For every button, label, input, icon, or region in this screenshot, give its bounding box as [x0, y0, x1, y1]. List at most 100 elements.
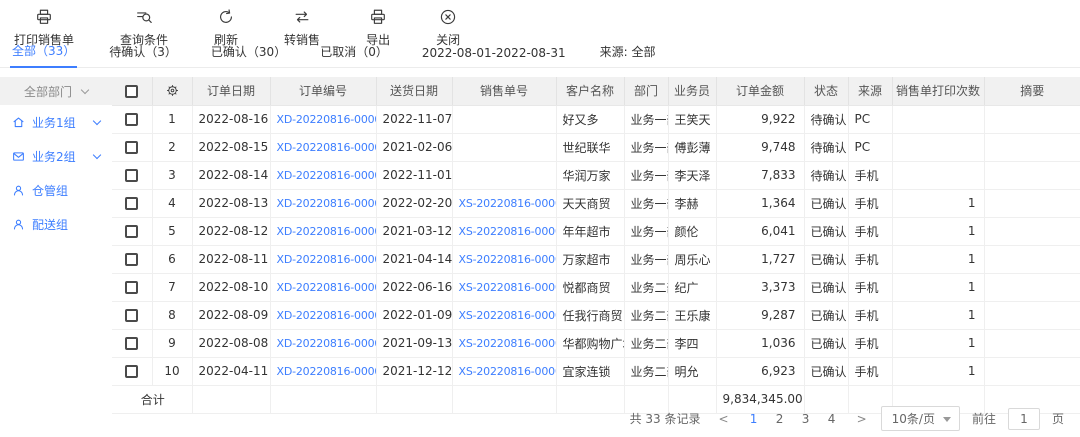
cell-print-count: 1 — [892, 329, 984, 357]
cell-department: 业务一部 — [624, 189, 668, 217]
cell-order-no-link[interactable]: XD-20220816-000014 — [270, 217, 376, 245]
sidebar-item-delivery[interactable]: 配送组 — [0, 207, 112, 241]
cell-amount: 3,373 — [716, 273, 804, 301]
select-all-checkbox[interactable] — [125, 85, 138, 98]
cell-customer: 华润万家 — [556, 161, 624, 189]
cell-amount: 1,036 — [716, 329, 804, 357]
tab-pending-confirm[interactable]: 待确认（3） — [107, 43, 179, 67]
col-department: 部门 — [624, 77, 668, 105]
table-row: 6 2022-08-11 XD-20220816-000013 2021-04-… — [112, 245, 1080, 273]
department-select[interactable]: 全部部门 — [0, 77, 112, 105]
tab-cancelled[interactable]: 已取消（0） — [318, 43, 390, 67]
cell-salesperson: 李四 — [668, 329, 716, 357]
refresh-button[interactable]: 刷新 — [214, 8, 238, 48]
cell-salesperson: 周乐心 — [668, 245, 716, 273]
source-filter[interactable]: 来源: 全部 — [598, 43, 658, 67]
page-size-select[interactable]: 10条/页 — [881, 406, 960, 431]
cell-department: 业务二部 — [624, 273, 668, 301]
home-icon — [12, 116, 25, 129]
query-conditions-button[interactable]: 查询条件 — [120, 8, 168, 48]
cell-sales-no-link[interactable]: XS-20220816-000010 — [452, 329, 556, 357]
row-checkbox[interactable] — [125, 169, 138, 182]
cell-amount: 6,923 — [716, 357, 804, 385]
cell-salesperson: 李天泽 — [668, 161, 716, 189]
row-checkbox[interactable] — [125, 113, 138, 126]
row-checkbox[interactable] — [125, 253, 138, 266]
cell-summary — [984, 329, 1080, 357]
next-page-button[interactable]: > — [855, 412, 869, 426]
goto-page-input[interactable]: 1 — [1008, 408, 1040, 430]
chevron-down-icon — [81, 85, 89, 93]
chevron-down-icon — [93, 150, 101, 158]
cell-order-no-link[interactable]: XD-20220816-000018 — [270, 105, 376, 133]
cell-sales-no-link[interactable] — [452, 133, 556, 161]
page-1-button[interactable]: 1 — [743, 412, 765, 426]
tab-all[interactable]: 全部（33） — [10, 42, 77, 68]
transfer-to-sales-button[interactable]: 转销售 — [284, 8, 320, 48]
cell-sales-no-link[interactable]: XS-20220816-000015 — [452, 189, 556, 217]
row-checkbox-cell — [112, 217, 152, 245]
row-index: 10 — [152, 357, 192, 385]
tab-confirmed[interactable]: 已确认（30） — [209, 43, 288, 67]
cell-order-no-link[interactable]: XD-20220816-000016 — [270, 161, 376, 189]
cell-order-no-link[interactable]: XD-20220816-000009 — [270, 357, 376, 385]
sidebar-item-group1[interactable]: 业务1组 — [0, 105, 112, 139]
cell-delivery-date: 2022-02-20 — [376, 189, 452, 217]
prev-page-button[interactable]: < — [717, 412, 731, 426]
cell-sales-no-link[interactable]: XS-20220816-000011 — [452, 301, 556, 329]
row-checkbox[interactable] — [125, 337, 138, 350]
settings-gear-icon[interactable] — [165, 83, 180, 97]
cell-amount: 9,748 — [716, 133, 804, 161]
page-3-button[interactable]: 3 — [795, 412, 817, 426]
row-checkbox[interactable] — [125, 141, 138, 154]
cell-sales-no-link[interactable]: XS-20220816-000014 — [452, 217, 556, 245]
row-index: 3 — [152, 161, 192, 189]
cell-salesperson: 李赫 — [668, 189, 716, 217]
user-icon — [12, 184, 25, 197]
cell-print-count: 1 — [892, 217, 984, 245]
cell-sales-no-link[interactable]: XS-20220816-000009 — [452, 357, 556, 385]
cell-order-date: 2022-08-16 — [192, 105, 270, 133]
date-range-filter[interactable]: 2022-08-01-2022-08-31 — [420, 46, 568, 67]
cell-summary — [984, 161, 1080, 189]
row-checkbox[interactable] — [125, 281, 138, 294]
order-table: 订单日期 订单编号 送货日期 销售单号 客户名称 部门 业务员 订单金额 状态 … — [112, 77, 1080, 414]
cell-print-count: 1 — [892, 357, 984, 385]
row-checkbox[interactable] — [125, 365, 138, 378]
sidebar-item-warehouse[interactable]: 仓管组 — [0, 173, 112, 207]
cell-summary — [984, 301, 1080, 329]
export-button[interactable]: 导出 — [366, 8, 390, 48]
close-button[interactable]: 关闭 — [436, 8, 460, 48]
row-checkbox-cell — [112, 161, 152, 189]
cell-sales-no-link[interactable] — [452, 105, 556, 133]
cell-customer: 悦都商贸 — [556, 273, 624, 301]
department-select-value: 全部部门 — [24, 83, 72, 100]
cell-sales-no-link[interactable]: XS-20220816-000012 — [452, 273, 556, 301]
cell-sales-no-link[interactable] — [452, 161, 556, 189]
col-summary: 摘要 — [984, 77, 1080, 105]
col-order-date: 订单日期 — [192, 77, 270, 105]
page-2-button[interactable]: 2 — [769, 412, 791, 426]
sidebar-item-group2[interactable]: 业务2组 — [0, 139, 112, 173]
page-numbers: 1 2 3 4 — [743, 412, 843, 426]
cell-order-date: 2022-08-12 — [192, 217, 270, 245]
cell-order-no-link[interactable]: XD-20220816-000015 — [270, 189, 376, 217]
row-checkbox[interactable] — [125, 225, 138, 238]
cell-order-no-link[interactable]: XD-20220816-000010 — [270, 329, 376, 357]
cell-order-no-link[interactable]: XD-20220816-000017 — [270, 133, 376, 161]
row-checkbox-cell — [112, 357, 152, 385]
cell-summary — [984, 357, 1080, 385]
cell-delivery-date: 2021-12-12 — [376, 357, 452, 385]
page-4-button[interactable]: 4 — [821, 412, 843, 426]
row-checkbox[interactable] — [125, 197, 138, 210]
cell-status: 已确认 — [804, 301, 848, 329]
cell-order-no-link[interactable]: XD-20220816-000013 — [270, 245, 376, 273]
page-size-value: 10条/页 — [892, 412, 935, 426]
refresh-icon — [217, 8, 235, 29]
cell-sales-no-link[interactable]: XS-20220816-000013 — [452, 245, 556, 273]
row-checkbox[interactable] — [125, 309, 138, 322]
table-row: 1 2022-08-16 XD-20220816-000018 2022-11-… — [112, 105, 1080, 133]
select-all-cell — [112, 77, 152, 105]
cell-order-no-link[interactable]: XD-20220816-000012 — [270, 273, 376, 301]
cell-order-no-link[interactable]: XD-20220816-000011 — [270, 301, 376, 329]
